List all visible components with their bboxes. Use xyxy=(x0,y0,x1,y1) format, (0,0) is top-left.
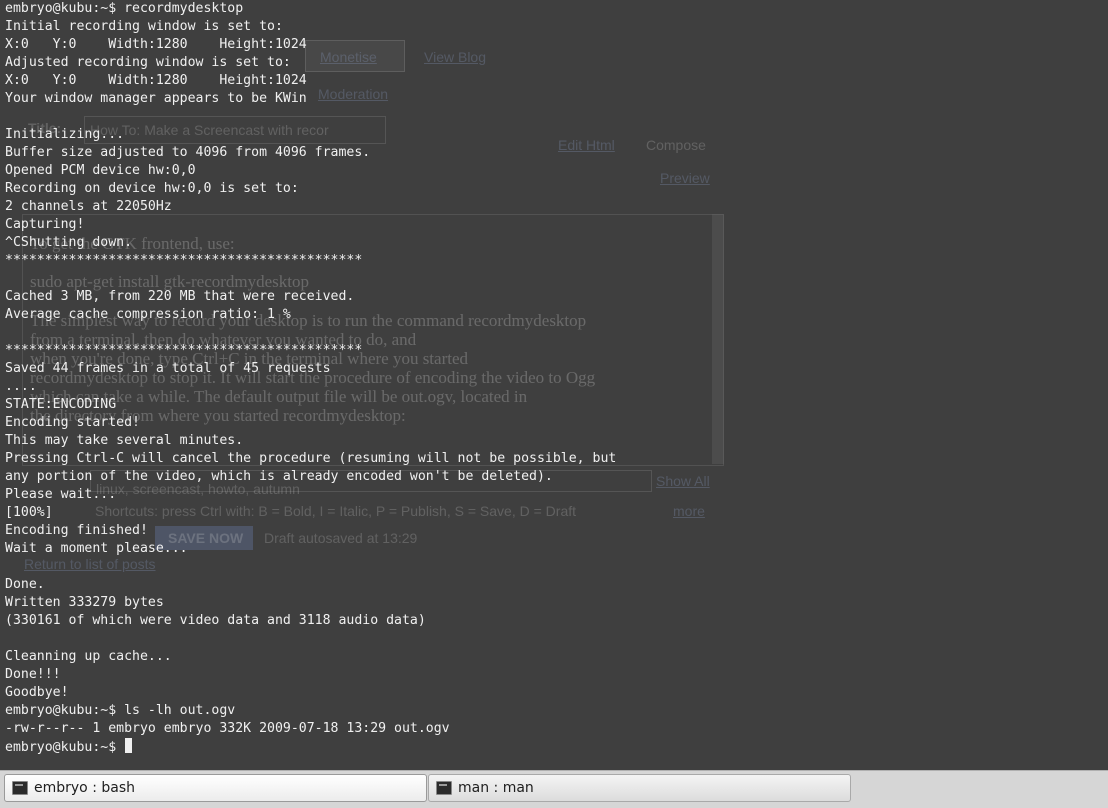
terminal-line: embryo@kubu:~$ recordmydesktop xyxy=(5,1,244,16)
terminal-line: .... xyxy=(5,379,37,394)
terminal-line: Goodbye! xyxy=(5,685,69,700)
terminal-line: This may take several minutes. xyxy=(5,433,244,448)
taskbar-item-man[interactable]: man : man xyxy=(428,774,851,802)
terminal-line: Initializing... xyxy=(5,127,125,142)
terminal-line: Initial recording window is set to: xyxy=(5,19,283,34)
terminal-line: STATE:ENCODING xyxy=(5,397,117,412)
terminal-line: Please wait... xyxy=(5,487,117,502)
terminal-line: embryo@kubu:~$ xyxy=(5,738,1105,756)
terminal-line: 2 channels at 22050Hz xyxy=(5,199,172,214)
terminal-icon xyxy=(436,781,452,795)
terminal-line: Done!!! xyxy=(5,667,61,682)
terminal-line: Cached 3 MB, from 220 MB that were recei… xyxy=(5,289,355,304)
terminal-line: Wait a moment please... xyxy=(5,541,188,556)
taskbar-item-label: man : man xyxy=(458,780,534,796)
terminal-line: Encoding finished! xyxy=(5,523,148,538)
terminal-line: Opened PCM device hw:0,0 xyxy=(5,163,196,178)
terminal-line: Cleanning up cache... xyxy=(5,649,172,664)
terminal-line: ^CShutting down. xyxy=(5,235,133,250)
text-cursor xyxy=(125,738,133,753)
taskbar: embryo : bash man : man xyxy=(0,770,1108,808)
terminal-line: Recording on device hw:0,0 is set to: xyxy=(5,181,299,196)
terminal-line: -rw-r--r-- 1 embryo embryo 332K 2009-07-… xyxy=(5,721,450,736)
terminal-line: Adjusted recording window is set to: xyxy=(5,55,291,70)
terminal-line: Average cache compression ratio: 1 % xyxy=(5,307,291,322)
terminal-output[interactable]: embryo@kubu:~$ recordmydesktop Initial re… xyxy=(5,0,1105,756)
terminal-line: Capturing! xyxy=(5,217,85,232)
terminal-line: Done. xyxy=(5,577,45,592)
terminal-line: any portion of the video, which is alrea… xyxy=(5,469,553,484)
terminal-line: X:0 Y:0 Width:1280 Height:1024 xyxy=(5,73,307,88)
terminal-line: embryo@kubu:~$ ls -lh out.ogv xyxy=(5,703,236,718)
terminal-line: Written 333279 bytes xyxy=(5,595,164,610)
terminal-line: Your window manager appears to be KWin xyxy=(5,91,307,106)
terminal-line: X:0 Y:0 Width:1280 Height:1024 xyxy=(5,37,307,52)
terminal-line: Pressing Ctrl-C will cancel the procedur… xyxy=(5,451,617,466)
terminal-line: ****************************************… xyxy=(5,253,363,268)
terminal-line: Buffer size adjusted to 4096 from 4096 f… xyxy=(5,145,371,160)
terminal-line: ****************************************… xyxy=(5,343,363,358)
terminal-icon xyxy=(12,781,28,795)
taskbar-item-label: embryo : bash xyxy=(34,780,135,796)
terminal-line: [100%] xyxy=(5,505,53,520)
terminal-line: Encoding started! xyxy=(5,415,140,430)
terminal-line: Saved 44 frames in a total of 45 request… xyxy=(5,361,331,376)
terminal-line: (330161 of which were video data and 311… xyxy=(5,613,426,628)
taskbar-item-bash[interactable]: embryo : bash xyxy=(4,774,427,802)
